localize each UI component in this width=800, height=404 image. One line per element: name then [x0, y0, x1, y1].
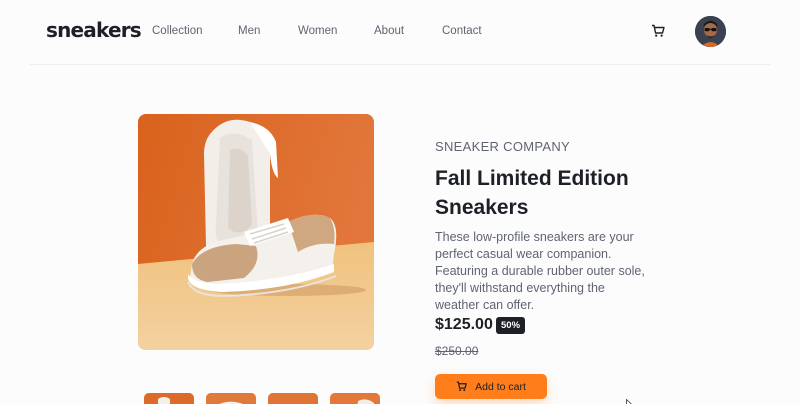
nav-link-women[interactable]: Women — [298, 25, 374, 37]
avatar-icon — [695, 16, 726, 47]
product-title: Fall Limited Edition Sneakers — [435, 167, 629, 219]
thumbnail-strip — [144, 393, 380, 404]
nav-link-contact[interactable]: Contact — [442, 25, 482, 37]
add-to-cart-button[interactable]: Add to cart — [435, 374, 547, 399]
thumbnail-1-image — [144, 393, 194, 404]
nav-link-about[interactable]: About — [374, 25, 442, 37]
product-description: These low-profile sneakers are your perf… — [435, 230, 645, 312]
thumbnail-3[interactable] — [268, 393, 318, 404]
product-main-image[interactable] — [138, 114, 374, 350]
thumbnail-4[interactable] — [330, 393, 380, 404]
thumbnail-2[interactable] — [206, 393, 256, 404]
thumbnail-4-image — [330, 393, 380, 404]
original-price: $250.00 — [435, 344, 479, 358]
logo[interactable]: sneakers — [46, 18, 142, 42]
cart-icon — [456, 381, 467, 392]
header-divider — [30, 64, 770, 65]
nav-link-men[interactable]: Men — [238, 25, 298, 37]
mouse-cursor-icon — [626, 396, 634, 404]
company-name: SNEAKER COMPANY — [435, 139, 571, 154]
thumbnail-2-image — [206, 393, 256, 404]
main-nav: Collection Men Women About Contact — [152, 25, 482, 37]
sneaker-photo — [138, 114, 374, 350]
cart-icon-svg — [652, 24, 665, 37]
nav-link-collection[interactable]: Collection — [152, 25, 238, 37]
mouse-cursor-svg — [626, 398, 632, 404]
avatar[interactable] — [695, 16, 726, 47]
current-price: $125.00 — [435, 316, 493, 333]
discount-badge: 50% — [496, 317, 526, 334]
thumbnail-3-image — [268, 393, 318, 404]
add-to-cart-label: Add to cart — [475, 380, 526, 393]
thumbnail-1[interactable] — [144, 393, 194, 404]
site-header: sneakers Collection Men Women About Cont… — [0, 0, 800, 65]
cart-icon[interactable] — [651, 24, 665, 38]
